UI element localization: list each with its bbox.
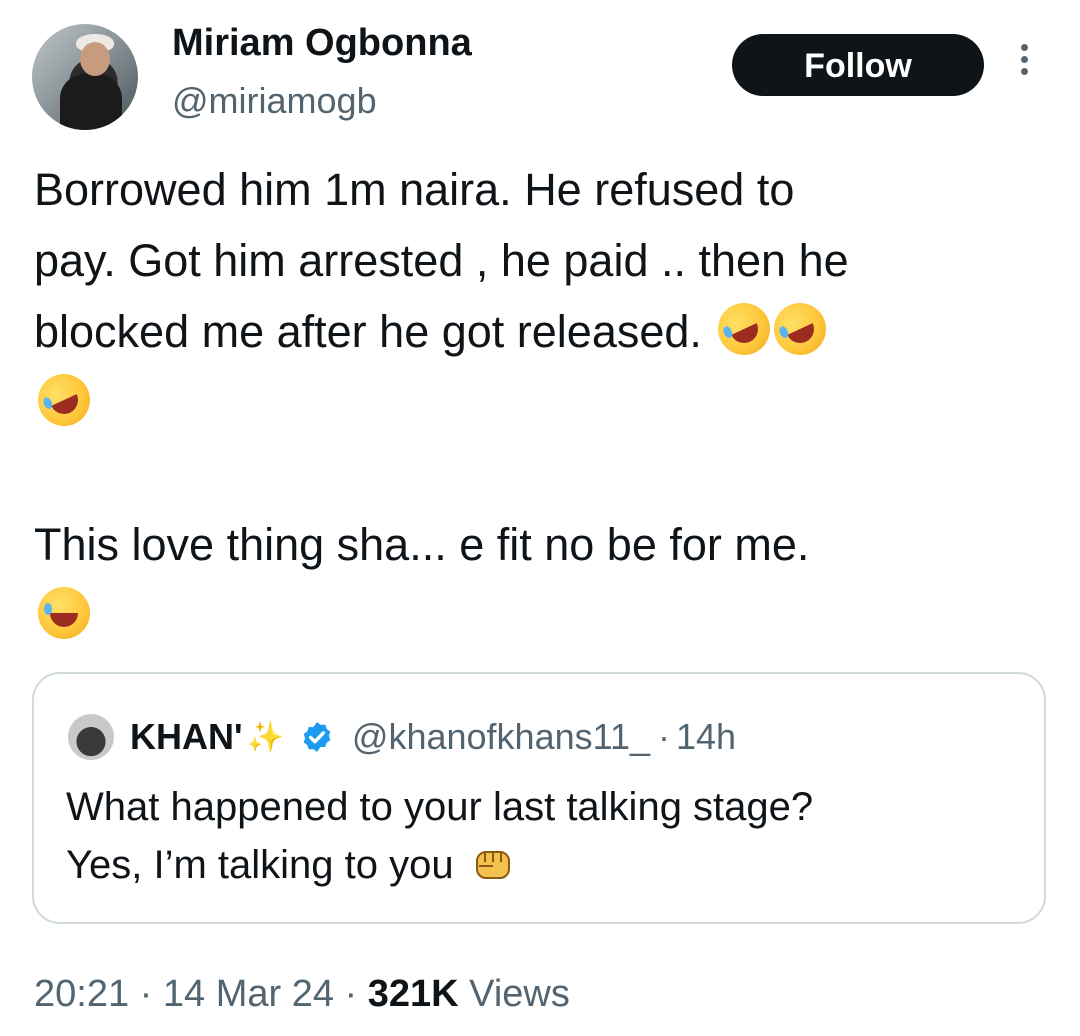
separator-dot: ·	[658, 716, 671, 757]
author-handle[interactable]: @miriamogb	[172, 78, 377, 124]
quoted-tweet[interactable]: KHAN' ✨ @khanofkhans11_ · 14h What happe…	[32, 672, 1046, 924]
tweet-line-1: Borrowed him 1m naira. He refused to	[34, 164, 795, 215]
follow-button[interactable]: Follow	[732, 34, 984, 96]
quoted-author-handle[interactable]: @khanofkhans11_	[352, 716, 650, 758]
avatar-face	[80, 42, 110, 76]
author-avatar[interactable]	[32, 24, 138, 130]
rofl-emoji	[765, 294, 835, 364]
quoted-author-avatar[interactable]	[68, 714, 114, 760]
tweet-line-3: blocked me after he got released.	[34, 306, 702, 357]
separator-dot: ·	[344, 973, 358, 1015]
rofl-emoji	[709, 294, 779, 364]
tweet-meta: 20:21 · 14 Mar 24 · 321K Views	[34, 966, 570, 1022]
quoted-line-2: Yes, I’m talking to you	[66, 843, 454, 887]
tweet-text: Borrowed him 1m naira. He refused to pay…	[29, 154, 1054, 651]
separator-dot: ·	[139, 973, 153, 1015]
tweet-time[interactable]: 20:21	[34, 973, 129, 1015]
quoted-line-2-wrap: Yes, I’m talking to you	[66, 836, 1026, 894]
avatar-body	[60, 74, 122, 130]
views-label[interactable]: Views	[469, 973, 570, 1015]
rofl-emoji	[29, 365, 99, 435]
tweet-line-4: This love thing sha... e fit no be for m…	[34, 519, 810, 570]
quoted-tweet-header: KHAN' ✨ @khanofkhans11_ · 14h	[130, 712, 736, 762]
more-options-icon[interactable]	[1012, 44, 1036, 84]
fist-icon	[475, 851, 510, 879]
views-count[interactable]: 321K	[368, 973, 459, 1015]
author-name[interactable]: Miriam Ogbonna	[172, 18, 472, 68]
tweet-line-2: pay. Got him arrested , he paid .. then …	[34, 235, 849, 286]
quoted-author-name[interactable]: KHAN'	[130, 716, 243, 758]
quoted-tweet-time: 14h	[676, 716, 737, 757]
sparkles-icon: ✨	[246, 720, 284, 754]
verified-badge-icon	[303, 722, 331, 752]
quoted-line-1: What happened to your last talking stage…	[66, 785, 814, 829]
tweet-date[interactable]: 14 Mar 24	[163, 973, 334, 1015]
quoted-tweet-text: What happened to your last talking stage…	[66, 778, 1026, 894]
tears-of-joy-emoji	[38, 587, 90, 639]
